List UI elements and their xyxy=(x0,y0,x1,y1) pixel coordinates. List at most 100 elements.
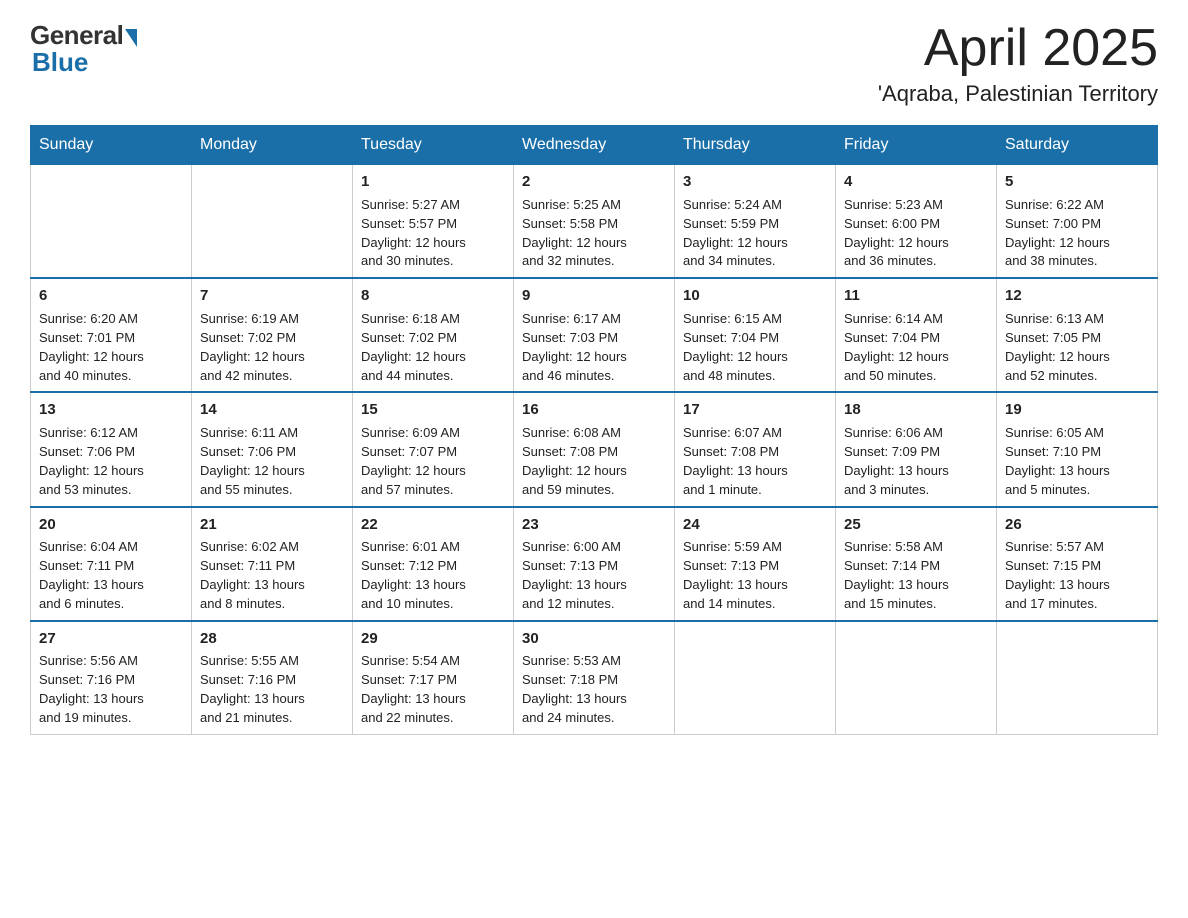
day-number: 21 xyxy=(200,514,344,536)
day-number: 30 xyxy=(522,628,666,650)
day-number: 22 xyxy=(361,514,505,536)
day-info: Sunset: 7:14 PM xyxy=(844,557,988,576)
day-number: 1 xyxy=(361,171,505,193)
day-info: Sunrise: 6:15 AM xyxy=(683,310,827,329)
calendar-cell xyxy=(31,165,192,279)
day-number: 18 xyxy=(844,399,988,421)
calendar-cell xyxy=(997,621,1158,735)
day-info: Sunrise: 6:05 AM xyxy=(1005,424,1149,443)
calendar-header-friday: Friday xyxy=(836,126,997,165)
calendar-cell: 30Sunrise: 5:53 AMSunset: 7:18 PMDayligh… xyxy=(514,621,675,735)
day-info: Daylight: 13 hours xyxy=(522,576,666,595)
calendar-header-thursday: Thursday xyxy=(675,126,836,165)
day-info: and 36 minutes. xyxy=(844,252,988,271)
day-info: Daylight: 12 hours xyxy=(361,348,505,367)
calendar-cell xyxy=(836,621,997,735)
day-info: Sunrise: 5:57 AM xyxy=(1005,538,1149,557)
calendar-cell: 4Sunrise: 5:23 AMSunset: 6:00 PMDaylight… xyxy=(836,165,997,279)
calendar-week-row: 13Sunrise: 6:12 AMSunset: 7:06 PMDayligh… xyxy=(31,392,1158,506)
day-info: Daylight: 12 hours xyxy=(39,348,183,367)
day-info: Sunset: 7:18 PM xyxy=(522,671,666,690)
calendar-cell: 27Sunrise: 5:56 AMSunset: 7:16 PMDayligh… xyxy=(31,621,192,735)
day-info: and 59 minutes. xyxy=(522,481,666,500)
day-info: Sunset: 7:08 PM xyxy=(683,443,827,462)
day-number: 28 xyxy=(200,628,344,650)
calendar-header-wednesday: Wednesday xyxy=(514,126,675,165)
title-section: April 2025 'Aqraba, Palestinian Territor… xyxy=(878,20,1158,107)
month-title: April 2025 xyxy=(878,20,1158,77)
calendar-cell: 22Sunrise: 6:01 AMSunset: 7:12 PMDayligh… xyxy=(353,507,514,621)
day-number: 27 xyxy=(39,628,183,650)
day-number: 11 xyxy=(844,285,988,307)
day-info: Sunrise: 6:08 AM xyxy=(522,424,666,443)
day-info: and 48 minutes. xyxy=(683,367,827,386)
day-info: Daylight: 12 hours xyxy=(1005,348,1149,367)
calendar-cell: 26Sunrise: 5:57 AMSunset: 7:15 PMDayligh… xyxy=(997,507,1158,621)
day-info: Sunset: 7:02 PM xyxy=(200,329,344,348)
day-number: 20 xyxy=(39,514,183,536)
calendar-cell: 13Sunrise: 6:12 AMSunset: 7:06 PMDayligh… xyxy=(31,392,192,506)
day-info: Daylight: 12 hours xyxy=(39,462,183,481)
day-info: Sunset: 7:11 PM xyxy=(200,557,344,576)
day-info: and 1 minute. xyxy=(683,481,827,500)
day-number: 5 xyxy=(1005,171,1149,193)
day-info: and 3 minutes. xyxy=(844,481,988,500)
day-number: 16 xyxy=(522,399,666,421)
day-number: 26 xyxy=(1005,514,1149,536)
day-info: Sunset: 7:02 PM xyxy=(361,329,505,348)
day-info: Sunset: 7:00 PM xyxy=(1005,215,1149,234)
page-header: General Blue April 2025 'Aqraba, Palesti… xyxy=(30,20,1158,107)
day-info: Sunrise: 6:13 AM xyxy=(1005,310,1149,329)
calendar-cell: 20Sunrise: 6:04 AMSunset: 7:11 PMDayligh… xyxy=(31,507,192,621)
calendar-week-row: 27Sunrise: 5:56 AMSunset: 7:16 PMDayligh… xyxy=(31,621,1158,735)
calendar-cell: 9Sunrise: 6:17 AMSunset: 7:03 PMDaylight… xyxy=(514,278,675,392)
day-info: Sunrise: 5:59 AM xyxy=(683,538,827,557)
day-info: Sunset: 7:11 PM xyxy=(39,557,183,576)
day-info: Sunset: 7:16 PM xyxy=(200,671,344,690)
day-info: and 8 minutes. xyxy=(200,595,344,614)
calendar-cell: 23Sunrise: 6:00 AMSunset: 7:13 PMDayligh… xyxy=(514,507,675,621)
calendar-cell: 1Sunrise: 5:27 AMSunset: 5:57 PMDaylight… xyxy=(353,165,514,279)
day-info: and 57 minutes. xyxy=(361,481,505,500)
day-info: and 24 minutes. xyxy=(522,709,666,728)
calendar-cell xyxy=(192,165,353,279)
day-info: Daylight: 13 hours xyxy=(39,576,183,595)
day-info: Daylight: 13 hours xyxy=(200,576,344,595)
day-info: Sunset: 7:15 PM xyxy=(1005,557,1149,576)
day-number: 4 xyxy=(844,171,988,193)
day-info: Daylight: 13 hours xyxy=(200,690,344,709)
calendar-cell: 3Sunrise: 5:24 AMSunset: 5:59 PMDaylight… xyxy=(675,165,836,279)
day-info: Sunset: 7:12 PM xyxy=(361,557,505,576)
calendar-cell: 29Sunrise: 5:54 AMSunset: 7:17 PMDayligh… xyxy=(353,621,514,735)
day-info: Sunrise: 5:25 AM xyxy=(522,196,666,215)
day-info: Sunset: 7:01 PM xyxy=(39,329,183,348)
calendar-cell: 21Sunrise: 6:02 AMSunset: 7:11 PMDayligh… xyxy=(192,507,353,621)
calendar-cell: 2Sunrise: 5:25 AMSunset: 5:58 PMDaylight… xyxy=(514,165,675,279)
day-info: Sunrise: 5:27 AM xyxy=(361,196,505,215)
day-info: and 34 minutes. xyxy=(683,252,827,271)
day-info: Sunrise: 6:11 AM xyxy=(200,424,344,443)
day-number: 13 xyxy=(39,399,183,421)
day-info: Sunset: 5:59 PM xyxy=(683,215,827,234)
day-info: Sunrise: 6:18 AM xyxy=(361,310,505,329)
day-number: 29 xyxy=(361,628,505,650)
day-info: Daylight: 13 hours xyxy=(1005,462,1149,481)
day-number: 8 xyxy=(361,285,505,307)
calendar-cell: 18Sunrise: 6:06 AMSunset: 7:09 PMDayligh… xyxy=(836,392,997,506)
calendar-week-row: 1Sunrise: 5:27 AMSunset: 5:57 PMDaylight… xyxy=(31,165,1158,279)
day-info: Daylight: 12 hours xyxy=(844,234,988,253)
day-info: Daylight: 12 hours xyxy=(361,462,505,481)
calendar-header-sunday: Sunday xyxy=(31,126,192,165)
day-info: and 40 minutes. xyxy=(39,367,183,386)
day-info: and 50 minutes. xyxy=(844,367,988,386)
day-info: Sunrise: 5:24 AM xyxy=(683,196,827,215)
day-info: Sunrise: 6:09 AM xyxy=(361,424,505,443)
day-info: Sunset: 7:08 PM xyxy=(522,443,666,462)
calendar-week-row: 6Sunrise: 6:20 AMSunset: 7:01 PMDaylight… xyxy=(31,278,1158,392)
logo: General Blue xyxy=(30,20,137,78)
day-info: Daylight: 12 hours xyxy=(200,348,344,367)
day-number: 12 xyxy=(1005,285,1149,307)
day-info: Sunset: 7:04 PM xyxy=(844,329,988,348)
day-info: Sunrise: 6:01 AM xyxy=(361,538,505,557)
day-info: Daylight: 12 hours xyxy=(522,462,666,481)
